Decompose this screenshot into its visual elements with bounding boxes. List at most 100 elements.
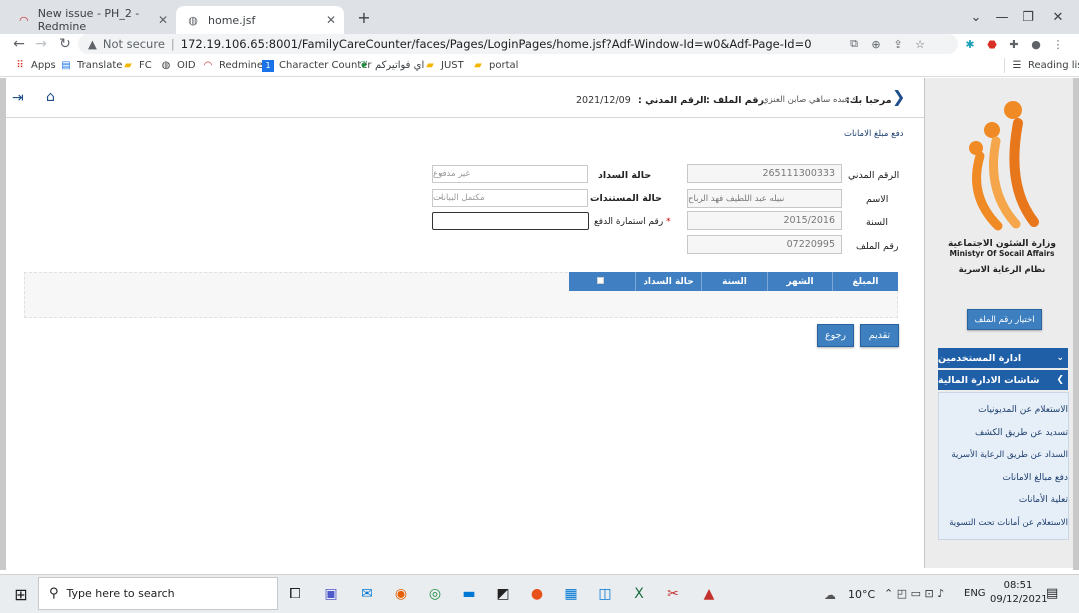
bookmark-fc[interactable]: ▰ FC [122,58,152,73]
choose-file-button[interactable]: اختيار رقم الملف [967,309,1042,330]
folder-icon: ▰ [474,60,482,71]
payment-status-label: حالة السداد [598,170,652,181]
bookmark-redmine[interactable]: ◠ Redmine [202,58,263,73]
calculator-icon[interactable]: ▦ [558,581,584,607]
column-header-month[interactable]: الشهر [767,272,832,291]
column-header-payment-status[interactable]: حالة السداد [635,272,701,291]
bookmark-portal[interactable]: ▰ portal [472,58,518,73]
minimize-button[interactable]: — [988,6,1016,28]
menu-item-deposits-settlement[interactable]: الاستعلام عن أمانات تحت التسوية [940,518,1068,528]
menu-users[interactable]: ادارة المستخدمين ⌄ [938,348,1068,368]
url-text: 172.19.106.65:8001/FamilyCareCounter/fac… [180,37,812,51]
forward-arrow-icon[interactable]: → [30,34,52,54]
tab-home[interactable]: ◍ home.jsf ✕ [176,6,344,34]
window-close-button[interactable]: ✕ [1044,6,1072,28]
snipping-icon[interactable]: ✂ [660,581,686,607]
extension-icon[interactable]: ✱ [962,36,978,52]
menu-item-pay-deposits[interactable]: دفع مبالغ الامانات [940,473,1068,483]
name-field[interactable]: نبيله عبد اللطيف فهد الرباح [687,189,842,208]
windows-start-icon[interactable]: ⊞ [8,581,34,607]
menu-item-deposit-elevation[interactable]: تعلية الأمانات [940,495,1068,505]
adblock-icon[interactable]: ⬣ [984,36,1000,52]
breadcrumb[interactable]: دفع مبلغ الامانات [844,129,904,139]
sticky-notes-icon[interactable]: ◩ [490,581,516,607]
bookmark-apps[interactable]: ⠿ Apps [14,58,56,73]
reload-icon[interactable]: ↻ [54,34,76,54]
address-bar[interactable]: ▲ Not secure | 172.19.106.65:8001/Family… [78,34,958,54]
folder-icon: ▰ [426,60,434,71]
bookmark-fawateer[interactable]: ❦ اي فواتيركم [358,58,424,73]
file-explorer-icon[interactable]: ▬ [456,581,482,607]
more-icon[interactable]: ⋮ [1050,36,1066,52]
weather-icon[interactable]: ☁ [824,588,836,602]
close-icon[interactable]: ✕ [326,13,336,27]
bookmark-label: اي فواتيركم [375,60,425,71]
bookmark-just[interactable]: ▰ JUST [424,58,464,73]
acrobat-icon[interactable]: ▲ [696,581,722,607]
leaf-icon: ❦ [359,60,369,71]
browser-toolbar: ← → ↻ ▲ Not secure | 172.19.106.65:8001/… [0,34,1079,54]
reading-list[interactable]: ☰ Reading list [1004,58,1079,73]
bookmark-label: portal [489,60,519,71]
submit-button[interactable]: تقديم [860,324,899,347]
tray-icons[interactable]: ⌃ ◰ ▭ ⊡ ♪ [884,587,944,600]
tab-redmine[interactable]: ◠ New issue - PH_2 - Redmine ✕ [8,6,176,34]
chevron-right-icon[interactable]: ❯ [892,87,905,106]
file-no-field[interactable]: 07220995 [687,235,842,254]
logout-icon[interactable]: ⇥ [12,90,24,106]
menu-finance[interactable]: شاشات الادارة المالية ❯ [938,370,1068,390]
redmine-icon: ◠ [203,60,213,71]
bookmark-character-counter[interactable]: 1 Character Counter [262,58,372,73]
mail-icon[interactable]: ✉ [354,581,380,607]
year-field[interactable]: 2015/2016 [687,211,842,230]
task-view-icon[interactable]: ⧠ [282,581,308,607]
bookmark-oid[interactable]: ◍ OID [160,58,196,73]
share-icon[interactable]: ⇪ [890,36,906,52]
select-all-checkbox[interactable] [597,277,604,284]
warning-icon: ▲ [88,37,97,51]
maximize-button[interactable]: ❐ [1014,6,1042,28]
menu-item-pay-by-statement[interactable]: تسديد عن طريق الكشف [940,428,1068,438]
notification-icon[interactable]: ▤ [1046,586,1058,601]
menu-item-pay-family-care[interactable]: السداد عن طريق الرعاية الأسرية [940,450,1068,460]
firefox-icon[interactable]: ◉ [388,581,414,607]
header-user-name: عبده ساهي صابن العنزي [762,95,850,105]
bookmark-translate[interactable]: ▤ Translate [60,58,122,73]
new-tab-button[interactable]: + [350,6,378,28]
outlook-icon[interactable]: ◫ [592,581,618,607]
tab-search-icon[interactable]: ⌄ [962,6,990,28]
chevron-down-icon: ⌄ [437,192,445,202]
bookmark-label: Apps [31,60,56,71]
payment-form-input[interactable] [432,212,589,230]
clock-date[interactable]: 09/12/2021 [990,594,1048,605]
ministry-logo [969,101,1039,231]
close-icon[interactable]: ✕ [158,13,168,27]
teams-icon[interactable]: ▣ [318,581,344,607]
docs-status-select[interactable]: مكتمل البيانات ⌄ [432,189,588,207]
back-arrow-icon[interactable]: ← [8,34,30,54]
back-button[interactable]: رجوع [817,324,854,347]
menu-item-debts-inquiry[interactable]: الاستعلام عن المديونيات [940,405,1068,415]
puzzle-icon[interactable]: ✚ [1006,36,1022,52]
taskbar-search-box[interactable]: ⚲ Type here to search [38,577,278,610]
required-mark: * [666,217,671,227]
avatar[interactable]: ● [1028,36,1044,52]
language-indicator[interactable]: ENG [964,588,986,599]
payment-form-label: رقم استمارة الدفع [594,217,664,227]
zoom-icon[interactable]: ⊕ [868,36,884,52]
header-date: 2021/12/09 [576,95,631,106]
chrome-icon[interactable]: ◎ [422,581,448,607]
postman-icon[interactable]: ● [524,581,550,607]
clock-time[interactable]: 08:51 [1000,580,1036,591]
temperature[interactable]: 10°C [848,588,875,601]
star-icon[interactable]: ☆ [912,36,928,52]
excel-icon[interactable]: X [626,581,652,607]
search-icon: ⚲ [49,586,59,601]
payment-status-select[interactable]: غير مدفوع ⌄ [432,165,588,183]
column-header-amount[interactable]: المبلغ [832,272,898,291]
windows-taskbar: ⊞ ⚲ Type here to search ⧠ ▣ ✉ ◉ ◎ ▬ ◩ ● … [0,574,1079,613]
home-icon[interactable]: ⌂ [46,89,55,105]
translate-icon[interactable]: ⧉ [846,36,862,52]
column-header-year[interactable]: السنة [701,272,767,291]
civil-no-field[interactable]: 265111300333 [687,164,842,183]
